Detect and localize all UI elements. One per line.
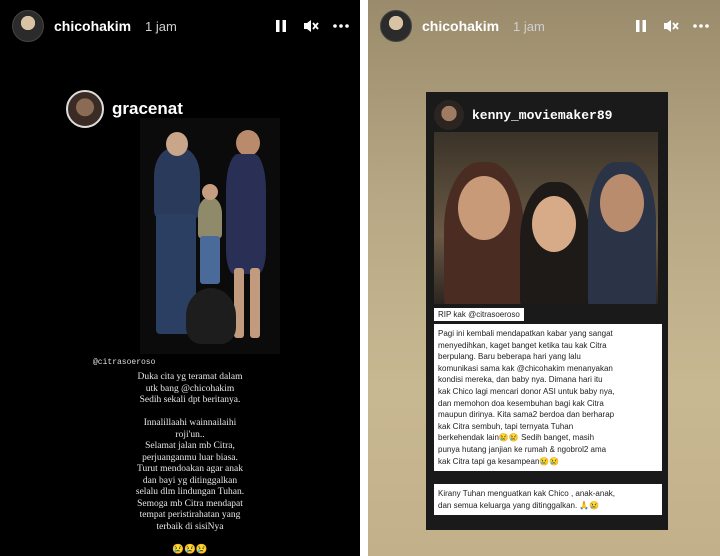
rip-text: RIP kak @citrasoeroso <box>434 308 524 321</box>
family-photo <box>140 118 280 354</box>
divider <box>360 0 368 556</box>
story-header: chicohakim 1 jam <box>380 8 710 44</box>
photo-tag[interactable]: @citrasoeroso <box>93 358 155 367</box>
story-time: 1 jam <box>145 18 177 34</box>
reposted-avatar[interactable] <box>434 100 464 130</box>
reposted-username[interactable]: kenny_moviemaker89 <box>472 108 612 123</box>
avatar[interactable] <box>380 10 412 42</box>
story-caption: Duka cita yg teramat dalam utk bang @chi… <box>135 372 245 555</box>
story-left: chicohakim 1 jam gracenat @citrasoeroso … <box>0 0 360 556</box>
avatar[interactable] <box>12 10 44 42</box>
group-selfie-photo <box>434 132 658 304</box>
post-body: Pagi ini kembali mendapatkan kabar yang … <box>434 324 662 472</box>
story-username[interactable]: chicohakim <box>422 18 499 34</box>
story-username[interactable]: chicohakim <box>54 18 131 34</box>
mute-icon[interactable] <box>662 17 680 35</box>
reposted-avatar[interactable] <box>66 90 104 128</box>
post-closing: Kirany Tuhan menguatkan kak Chico , anak… <box>434 484 662 516</box>
more-icon[interactable] <box>332 17 350 35</box>
reposted-post-card[interactable]: kenny_moviemaker89 RIP kak @citrasoeroso… <box>426 92 668 530</box>
mute-icon[interactable] <box>302 17 320 35</box>
story-time: 1 jam <box>513 18 545 34</box>
reposted-user[interactable]: kenny_moviemaker89 <box>434 100 612 130</box>
story-right: chicohakim 1 jam kenny_moviemaker89 RIP … <box>368 0 720 556</box>
pause-icon[interactable] <box>632 17 650 35</box>
reposted-username[interactable]: gracenat <box>112 99 183 119</box>
more-icon[interactable] <box>692 17 710 35</box>
story-header: chicohakim 1 jam <box>12 8 350 44</box>
pause-icon[interactable] <box>272 17 290 35</box>
